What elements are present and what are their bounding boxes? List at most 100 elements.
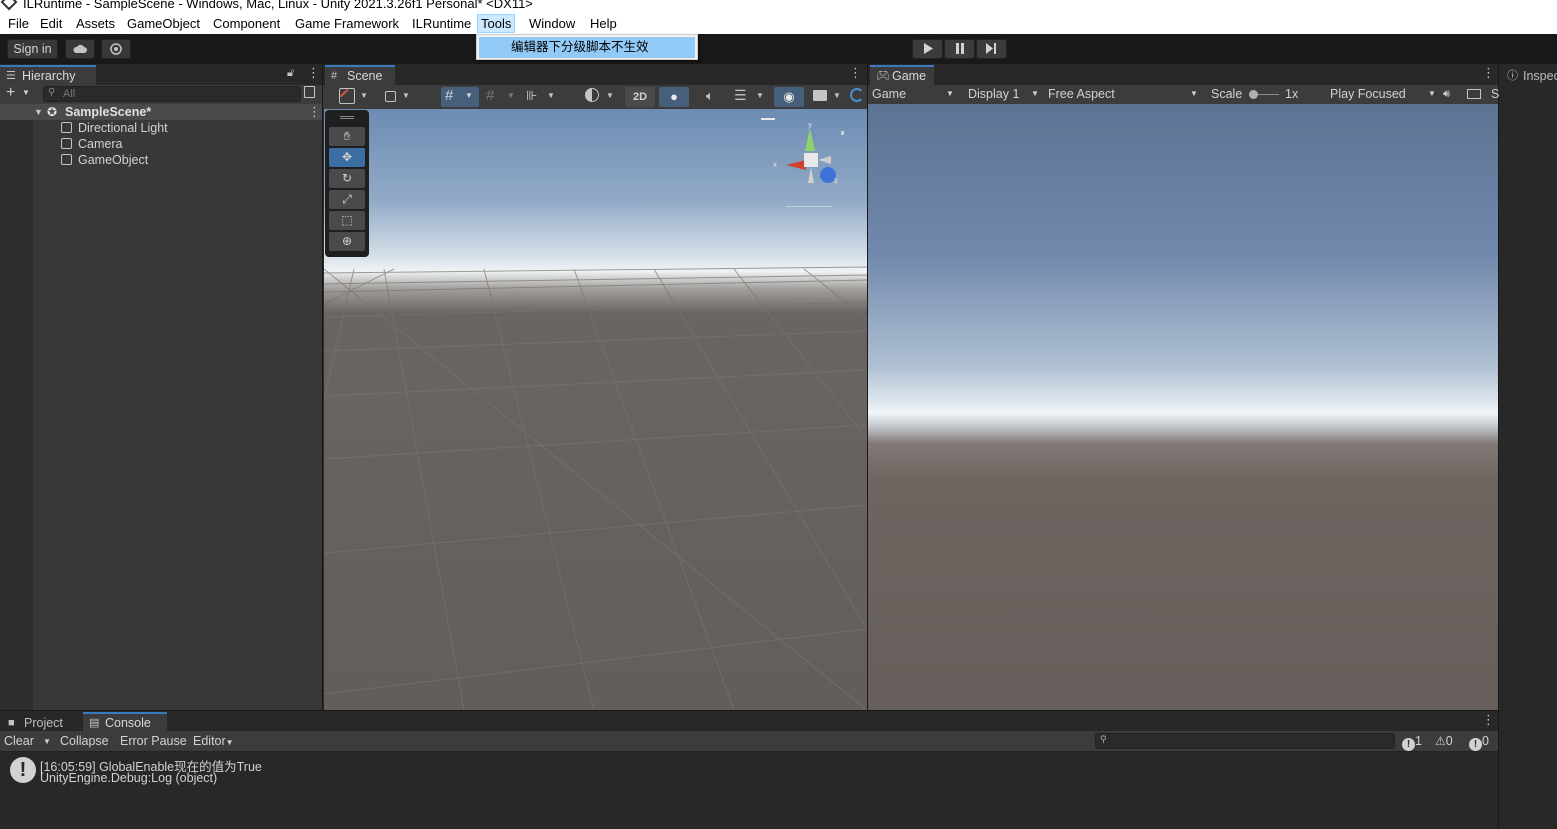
clear-button[interactable]: Clear bbox=[4, 733, 34, 750]
warning-count-toggle[interactable]: ⚠0 bbox=[1435, 733, 1453, 750]
lighting-toggle[interactable]: ● bbox=[659, 87, 689, 107]
shading-mode-icon[interactable] bbox=[585, 88, 599, 102]
persp-label-icon[interactable] bbox=[786, 206, 832, 214]
chevron-down-icon[interactable]: ▼ bbox=[507, 91, 515, 100]
menu-tools[interactable]: Tools bbox=[477, 14, 516, 33]
gizmo-drag-handle-icon[interactable] bbox=[761, 118, 775, 120]
game-tabbar: 🎮︎ Game ⋮ bbox=[868, 64, 1498, 85]
log-count-toggle[interactable]: ! 1 bbox=[1402, 733, 1422, 751]
scene-visibility-toggle[interactable]: ◉ bbox=[774, 87, 804, 107]
play-button[interactable] bbox=[912, 39, 943, 59]
menu-edit[interactable]: Edit bbox=[37, 14, 65, 33]
tools-menu-item[interactable]: 编辑器下分级脚本不生效 bbox=[479, 37, 695, 58]
render-mode-cube-icon[interactable] bbox=[385, 91, 396, 102]
scale-tool-button[interactable]: ⤢ bbox=[329, 190, 365, 209]
tab-game[interactable]: 🎮︎ Game bbox=[870, 65, 934, 85]
scene-row[interactable]: ▼ ✪ SampleScene* ⋮ bbox=[0, 104, 322, 120]
game-viewport[interactable] bbox=[868, 104, 1498, 710]
expand-arrow-icon[interactable]: ▼ bbox=[34, 104, 43, 120]
hierarchy-item-label: GameObject bbox=[78, 153, 149, 167]
menu-help[interactable]: Help bbox=[587, 14, 620, 33]
snap-settings-icon[interactable]: ⊪ bbox=[526, 88, 537, 104]
pause-button[interactable] bbox=[944, 39, 975, 59]
menu-game-framework[interactable]: Game Framework bbox=[292, 14, 402, 33]
mute-audio-icon[interactable]: 🔊︎ bbox=[1443, 85, 1450, 103]
console-options-icon[interactable]: ⋮ bbox=[1482, 713, 1495, 726]
step-button[interactable] bbox=[976, 39, 1007, 59]
clear-options-chevron-icon[interactable]: ▼ bbox=[43, 733, 51, 750]
game-options-icon[interactable]: ⋮ bbox=[1482, 66, 1495, 79]
console-panel: ■ Project ▤ Console ⋮ Clear ▼ Collapse E… bbox=[0, 711, 1498, 829]
tab-console[interactable]: ▤ Console bbox=[83, 712, 167, 732]
menu-window[interactable]: Window bbox=[526, 14, 578, 33]
rect-tool-button[interactable]: ⬚ bbox=[329, 211, 365, 230]
palette-handle-icon[interactable] bbox=[340, 116, 354, 119]
gizmo-z-label: z bbox=[834, 176, 838, 185]
scene-options-icon[interactable]: ⋮ bbox=[308, 105, 321, 118]
rotate-tool-button[interactable]: ↻ bbox=[329, 169, 365, 188]
console-log-entry[interactable]: ! [16:05:59] GlobalEnable现在的值为True Unity… bbox=[0, 753, 1498, 787]
scale-slider-thumb[interactable] bbox=[1249, 90, 1258, 99]
hierarchy-tree bbox=[0, 104, 322, 710]
increment-snap-icon[interactable]: # bbox=[486, 87, 494, 104]
move-tool-button[interactable]: ✥ bbox=[329, 148, 365, 167]
orientation-gizmo-icon[interactable]: y x z bbox=[768, 123, 844, 199]
scale-slider[interactable] bbox=[1249, 90, 1279, 99]
grid-snap-toggle[interactable]: # ▼ bbox=[441, 87, 479, 107]
window-title-bar: ILRuntime - SampleScene - Windows, Mac, … bbox=[0, 0, 1557, 11]
2d-toggle-button[interactable]: 2D bbox=[625, 87, 655, 107]
camera-icon[interactable] bbox=[813, 90, 827, 101]
gizmos-icon[interactable] bbox=[850, 88, 864, 102]
inspector-tabbar: ⓘ Inspec bbox=[1499, 64, 1557, 85]
collapse-button[interactable]: Collapse bbox=[60, 733, 109, 750]
editor-select[interactable]: Editor▼ bbox=[193, 733, 234, 750]
audio-mute-icon[interactable]: 🔈︎ bbox=[706, 88, 714, 104]
lock-icon[interactable]: 🔓︎ bbox=[287, 67, 294, 80]
console-tabbar: ■ Project ▤ Console ⋮ bbox=[0, 711, 1498, 732]
effects-icon[interactable]: ☰ bbox=[734, 87, 747, 104]
add-icon[interactable]: + bbox=[6, 84, 15, 102]
error-pause-button[interactable]: Error Pause bbox=[120, 733, 187, 750]
hierarchy-item[interactable]: Directional Light bbox=[33, 120, 322, 136]
chevron-down-icon[interactable]: ▼ bbox=[547, 91, 555, 100]
tab-inspector[interactable]: ⓘ Inspec bbox=[1501, 65, 1557, 85]
scale-label: Scale bbox=[1211, 87, 1243, 101]
menu-file[interactable]: File bbox=[5, 14, 32, 33]
grid-snap-icon: # bbox=[445, 87, 454, 104]
chevron-down-icon[interactable]: ▼ bbox=[402, 91, 410, 100]
sign-in-button[interactable]: Sign in bbox=[7, 39, 58, 59]
game-view-select[interactable]: Game ▼ bbox=[868, 85, 956, 104]
chevron-down-icon[interactable]: ▼ bbox=[756, 91, 764, 100]
console-search-input[interactable]: ⚲ bbox=[1095, 733, 1395, 749]
display-select[interactable]: Display 1 ▼ bbox=[964, 85, 1042, 104]
menu-gameobject[interactable]: GameObject bbox=[124, 14, 203, 33]
menu-assets[interactable]: Assets bbox=[73, 14, 118, 33]
error-count-toggle[interactable]: ! 0 bbox=[1469, 733, 1489, 751]
aspect-select[interactable]: Free Aspect ▼ bbox=[1044, 85, 1202, 104]
scene-viewport[interactable]: y x z bbox=[324, 109, 867, 710]
tab-hierarchy[interactable]: ☰ Hierarchy bbox=[0, 65, 96, 85]
info-icon: ⓘ bbox=[1507, 70, 1518, 82]
chevron-down-icon[interactable]: ▼ bbox=[360, 91, 368, 100]
hand-tool-button[interactable]: ✋︎ bbox=[329, 127, 365, 146]
draw-mode-icon[interactable] bbox=[339, 88, 355, 104]
tools-dropdown-menu: 编辑器下分级脚本不生效 bbox=[476, 34, 698, 60]
transform-tool-button[interactable]: ⊕ bbox=[329, 232, 365, 251]
menu-ilruntime[interactable]: ILRuntime bbox=[409, 14, 474, 33]
cloud-button[interactable] bbox=[65, 39, 95, 59]
chevron-down-icon[interactable]: ▼ bbox=[833, 91, 841, 100]
tab-scene[interactable]: # Scene bbox=[325, 65, 395, 85]
collab-button[interactable] bbox=[101, 39, 131, 59]
hierarchy-item[interactable]: GameObject bbox=[33, 152, 322, 168]
menu-component[interactable]: Component bbox=[210, 14, 283, 33]
hierarchy-search-input[interactable]: ⚲ All bbox=[43, 86, 301, 102]
stats-icon[interactable] bbox=[1467, 89, 1481, 99]
play-mode-select[interactable]: Play Focused ▼ bbox=[1326, 85, 1440, 104]
chevron-down-icon[interactable]: ▼ bbox=[22, 88, 30, 97]
scene-options-icon[interactable]: ⋮ bbox=[849, 66, 862, 79]
scene-visibility-icon[interactable] bbox=[304, 86, 315, 98]
hierarchy-item[interactable]: Camera bbox=[33, 136, 322, 152]
hierarchy-options-icon[interactable]: ⋮ bbox=[307, 66, 320, 79]
tab-project[interactable]: ■ Project bbox=[2, 712, 80, 732]
chevron-down-icon[interactable]: ▼ bbox=[606, 91, 614, 100]
